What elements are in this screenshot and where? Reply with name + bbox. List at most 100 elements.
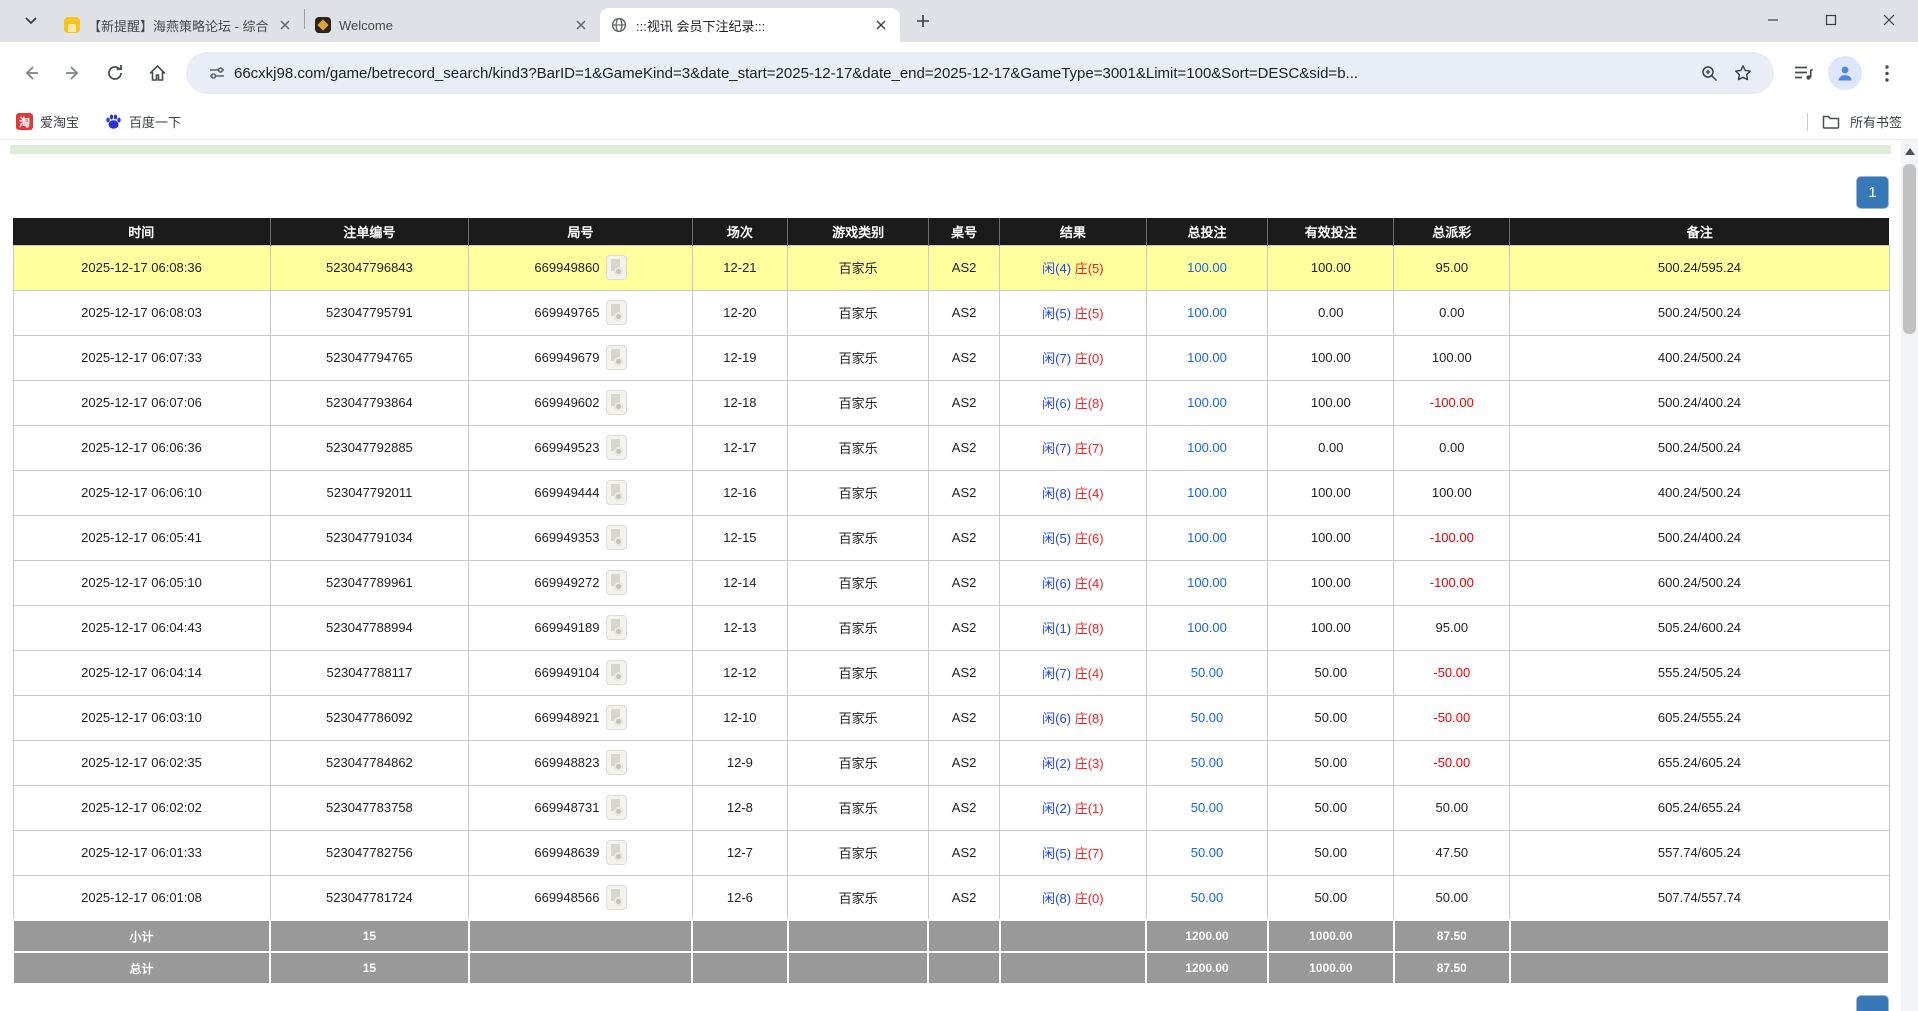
reload-button[interactable] <box>94 52 136 94</box>
close-tab-icon[interactable] <box>572 16 590 34</box>
table-row: 2025-12-17 06:07:06 523047793864 6699496… <box>13 380 1889 425</box>
cell-payout: -100.00 <box>1394 560 1510 605</box>
scrollbar-thumb[interactable] <box>1903 164 1916 334</box>
forward-button[interactable] <box>52 52 94 94</box>
total-bet-link[interactable]: 100.00 <box>1187 395 1227 410</box>
video-replay-icon[interactable] <box>606 525 627 550</box>
round-number: 669949860 <box>534 260 599 275</box>
cell-valid-bet: 100.00 <box>1268 335 1394 380</box>
bookmark-baidu[interactable]: 百度一下 <box>105 112 181 131</box>
summary-label: 总计 <box>13 952 270 984</box>
close-tab-icon[interactable] <box>276 16 294 34</box>
cell-valid-bet: 50.00 <box>1268 875 1394 920</box>
cell-game-type: 百家乐 <box>788 245 929 290</box>
column-header: 场次 <box>692 218 788 245</box>
cell-payout: 47.50 <box>1394 830 1510 875</box>
total-bet-link[interactable]: 100.00 <box>1187 575 1227 590</box>
total-bet-link[interactable]: 50.00 <box>1191 890 1224 905</box>
maximize-button[interactable] <box>1802 0 1860 40</box>
total-bet-link[interactable]: 100.00 <box>1187 440 1227 455</box>
bookmark-taobao[interactable]: 淘 爱淘宝 <box>16 112 79 131</box>
video-replay-icon[interactable] <box>606 345 627 370</box>
browser-menu-icon[interactable] <box>1866 52 1908 94</box>
cell-total-bet: 100.00 <box>1146 605 1268 650</box>
site-settings-icon[interactable] <box>200 56 234 90</box>
tab-bet-records-active[interactable]: :::视讯 会员下注纪录::: <box>600 8 900 42</box>
video-replay-icon[interactable] <box>606 255 627 280</box>
video-replay-icon[interactable] <box>606 660 627 685</box>
total-bet-link[interactable]: 50.00 <box>1191 800 1224 815</box>
cell-time: 2025-12-17 06:06:10 <box>13 470 270 515</box>
total-bet-link[interactable]: 50.00 <box>1191 710 1224 725</box>
video-replay-icon[interactable] <box>606 390 627 415</box>
vertical-scrollbar[interactable] <box>1901 140 1918 1011</box>
total-bet-link[interactable]: 100.00 <box>1187 620 1227 635</box>
video-replay-icon[interactable] <box>606 480 627 505</box>
result-player: 闲(7) <box>1042 351 1075 366</box>
back-button[interactable] <box>10 52 52 94</box>
pagination-bottom-partial[interactable] <box>1857 996 1888 1011</box>
video-replay-icon[interactable] <box>606 615 627 640</box>
pagination-page-1-button[interactable]: 1 <box>1857 177 1888 208</box>
scroll-up-arrow-icon[interactable] <box>1905 148 1915 155</box>
cell-result: 闲(5) 庄(5) <box>1000 290 1146 335</box>
round-number: 669949104 <box>534 665 599 680</box>
total-bet-link[interactable]: 100.00 <box>1187 305 1227 320</box>
video-replay-icon[interactable] <box>606 570 627 595</box>
total-bet-link[interactable]: 100.00 <box>1187 485 1227 500</box>
close-window-button[interactable] <box>1860 0 1918 40</box>
cell-bet-id: 523047793864 <box>270 380 469 425</box>
column-header: 总派彩 <box>1394 218 1510 245</box>
video-replay-icon[interactable] <box>606 300 627 325</box>
all-bookmarks-label[interactable]: 所有书签 <box>1850 112 1902 131</box>
cell-round: 669949104 <box>469 650 692 695</box>
bookmark-label: 爱淘宝 <box>40 112 79 131</box>
total-bet-link[interactable]: 100.00 <box>1187 530 1227 545</box>
total-bet-link[interactable]: 50.00 <box>1191 755 1224 770</box>
cell-remark: 600.24/500.24 <box>1510 560 1889 605</box>
cell-session: 12-10 <box>692 695 788 740</box>
cell-table-no: AS2 <box>928 470 999 515</box>
minimize-button[interactable] <box>1744 0 1802 40</box>
home-button[interactable] <box>136 52 178 94</box>
column-header: 游戏类别 <box>788 218 929 245</box>
url-text[interactable]: 66cxkj98.com/game/betrecord_search/kind3… <box>234 65 1692 82</box>
tab-forum[interactable]: 【新提醒】海燕策略论坛 - 综合 <box>54 8 304 42</box>
video-replay-icon[interactable] <box>606 705 627 730</box>
result-player: 闲(8) <box>1042 486 1075 501</box>
profile-avatar[interactable] <box>1824 52 1866 94</box>
cell-table-no: AS2 <box>928 875 999 920</box>
table-row: 2025-12-17 06:08:36 523047796843 6699498… <box>13 245 1889 290</box>
video-replay-icon[interactable] <box>606 435 627 460</box>
close-tab-icon[interactable] <box>872 16 890 34</box>
tab-title: 【新提醒】海燕策略论坛 - 综合 <box>88 16 268 35</box>
video-replay-icon[interactable] <box>606 795 627 820</box>
video-replay-icon[interactable] <box>606 840 627 865</box>
cell-payout: 0.00 <box>1394 425 1510 470</box>
page-top-strip <box>10 145 1891 154</box>
cell-remark: 500.24/400.24 <box>1510 380 1889 425</box>
total-bet-link[interactable]: 100.00 <box>1187 350 1227 365</box>
cell-valid-bet: 0.00 <box>1268 290 1394 335</box>
total-bet-link[interactable]: 50.00 <box>1191 845 1224 860</box>
result-player: 闲(7) <box>1042 441 1075 456</box>
cell-remark: 605.24/655.24 <box>1510 785 1889 830</box>
tab-search-button[interactable] <box>16 6 46 36</box>
bookmark-star-icon[interactable] <box>1726 56 1760 90</box>
cell-bet-id: 523047783758 <box>270 785 469 830</box>
media-controls-icon[interactable] <box>1782 52 1824 94</box>
new-tab-button[interactable] <box>908 6 938 36</box>
video-replay-icon[interactable] <box>606 750 627 775</box>
summary-cell <box>928 952 999 984</box>
result-player: 闲(7) <box>1042 666 1075 681</box>
tab-welcome[interactable]: Welcome <box>305 8 600 42</box>
video-replay-icon[interactable] <box>606 885 627 910</box>
cell-payout: 0.00 <box>1394 290 1510 335</box>
summary-cell: 1200.00 <box>1146 920 1268 952</box>
total-bet-link[interactable]: 50.00 <box>1191 665 1224 680</box>
zoom-page-icon[interactable] <box>1692 56 1726 90</box>
result-player: 闲(6) <box>1042 396 1075 411</box>
url-bar[interactable]: 66cxkj98.com/game/betrecord_search/kind3… <box>186 52 1774 94</box>
cell-table-no: AS2 <box>928 515 999 560</box>
total-bet-link[interactable]: 100.00 <box>1187 260 1227 275</box>
